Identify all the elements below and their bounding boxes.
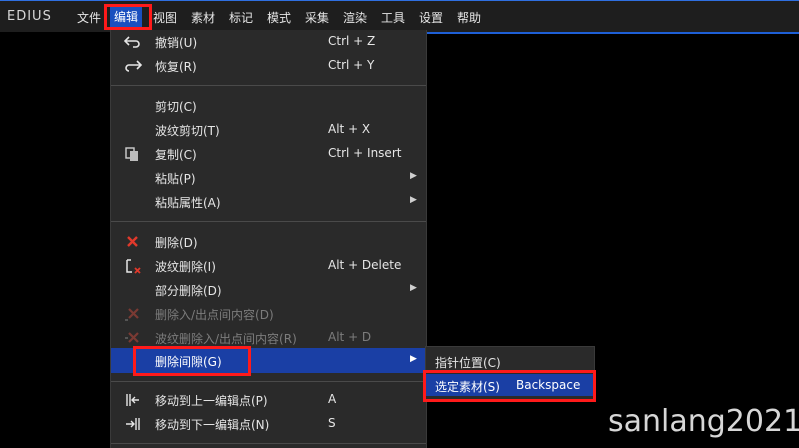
menu-item-shortcut: S	[328, 416, 336, 430]
menu-help[interactable]: 帮助	[457, 9, 481, 26]
menu-render[interactable]: 渲染	[343, 9, 367, 26]
menu-item-undo[interactable]: 撤销(U) Ctrl + Z	[111, 30, 426, 54]
menu-item-shortcut: A	[328, 392, 337, 406]
menu-item-label: 删除(D)	[155, 236, 198, 250]
delete-gap-submenu: 指针位置(C) 选定素材(S) Backspace	[425, 346, 595, 400]
submenu-arrow-icon: ▶	[410, 195, 417, 205]
submenu-arrow-icon: ▶	[410, 354, 417, 364]
menu-separator	[111, 85, 426, 86]
copy-icon	[123, 145, 143, 163]
menu-item-delete-gap[interactable]: 删除间隙(G) ▶	[111, 348, 426, 373]
menu-item-label: 剪切(C)	[155, 100, 197, 114]
menu-item-ripple-delete[interactable]: 波纹删除(I) Alt + Delete	[111, 254, 426, 278]
menu-separator	[111, 221, 426, 222]
menu-item-shortcut: Alt + Delete	[328, 258, 402, 272]
menu-item-ripple-delete-inout: 波纹删除入/出点间内容(R) Alt + D	[111, 326, 426, 350]
menu-item-prev-edit-point[interactable]: 移动到上一编辑点(P) A	[111, 388, 426, 412]
menu-view[interactable]: 视图	[153, 9, 177, 26]
menu-item-label: 波纹删除(I)	[155, 260, 216, 274]
next-edit-point-icon	[123, 415, 143, 433]
menu-item-label: 移动到下一编辑点(N)	[155, 418, 270, 432]
watermark-text: sanlang2021	[608, 404, 799, 439]
edit-menu-dropdown: 撤销(U) Ctrl + Z 恢复(R) Ctrl + Y 剪切(C) 波纹剪切…	[110, 30, 427, 448]
menu-edit[interactable]: 编辑	[110, 7, 143, 27]
menu-item-label: 波纹剪切(T)	[155, 124, 220, 138]
menu-capture[interactable]: 采集	[305, 9, 329, 26]
submenu-arrow-icon: ▶	[410, 171, 417, 181]
menu-separator	[111, 381, 426, 382]
menu-item-delete[interactable]: 删除(D)	[111, 230, 426, 254]
menu-settings[interactable]: 设置	[419, 9, 443, 26]
menubar-accent-line	[420, 32, 799, 34]
submenu-item-pointer-position[interactable]: 指针位置(C)	[426, 350, 594, 372]
menu-item-shortcut: Ctrl + Z	[328, 34, 376, 48]
submenu-item-selected-clip[interactable]: 选定素材(S) Backspace	[426, 374, 594, 396]
menubar: EDIUS 文件 编辑 视图 素材 标记 模式 采集 渲染 工具 设置 帮助	[0, 0, 799, 34]
menu-item-partial-delete[interactable]: 部分删除(D) ▶	[111, 278, 426, 302]
menu-item-copy[interactable]: 复制(C) Ctrl + Insert	[111, 142, 426, 166]
menu-item-paste[interactable]: 粘贴(P) ▶	[111, 166, 426, 190]
menu-tools[interactable]: 工具	[381, 9, 405, 26]
submenu-item-shortcut: Backspace	[516, 378, 581, 392]
menu-item-shortcut: Alt + D	[328, 330, 372, 344]
menu-item-shortcut: Ctrl + Y	[328, 58, 375, 72]
delete-x-icon	[123, 233, 143, 251]
delete-inout-icon	[123, 305, 143, 323]
menu-item-label: 撤销(U)	[155, 36, 198, 50]
redo-icon	[123, 57, 143, 75]
menu-item-shortcut: Alt + X	[328, 122, 371, 136]
app-logo: EDIUS	[7, 9, 52, 24]
menu-file[interactable]: 文件	[77, 9, 101, 26]
menu-item-label: 删除间隙(G)	[155, 355, 222, 369]
menu-item-label: 恢复(R)	[155, 60, 197, 74]
menu-item-next-edit-point[interactable]: 移动到下一编辑点(N) S	[111, 412, 426, 436]
ripple-delete-inout-icon	[123, 329, 143, 347]
submenu-arrow-icon: ▶	[410, 283, 417, 293]
menu-separator	[111, 443, 426, 444]
undo-icon	[123, 33, 143, 51]
menu-item-label: 部分删除(D)	[155, 284, 222, 298]
menu-item-label: 粘贴属性(A)	[155, 196, 221, 210]
menu-item-paste-attributes[interactable]: 粘贴属性(A) ▶	[111, 190, 426, 214]
menu-item-label: 移动到上一编辑点(P)	[155, 394, 268, 408]
menu-clip[interactable]: 素材	[191, 9, 215, 26]
menu-marker[interactable]: 标记	[229, 9, 253, 26]
menu-item-label: 波纹删除入/出点间内容(R)	[155, 332, 297, 346]
menu-item-redo[interactable]: 恢复(R) Ctrl + Y	[111, 54, 426, 78]
menu-item-label: 粘贴(P)	[155, 172, 196, 186]
menu-item-shortcut: Ctrl + Insert	[328, 146, 402, 160]
submenu-item-label: 指针位置(C)	[435, 356, 501, 370]
submenu-item-label: 选定素材(S)	[435, 380, 500, 394]
menu-item-delete-inout: 删除入/出点间内容(D)	[111, 302, 426, 326]
prev-edit-point-icon	[123, 391, 143, 409]
menu-item-cut[interactable]: 剪切(C)	[111, 94, 426, 118]
menu-mode[interactable]: 模式	[267, 9, 291, 26]
menu-item-label: 删除入/出点间内容(D)	[155, 308, 274, 322]
menu-item-label: 复制(C)	[155, 148, 197, 162]
menu-item-ripple-cut[interactable]: 波纹剪切(T) Alt + X	[111, 118, 426, 142]
ripple-delete-icon	[123, 257, 143, 275]
